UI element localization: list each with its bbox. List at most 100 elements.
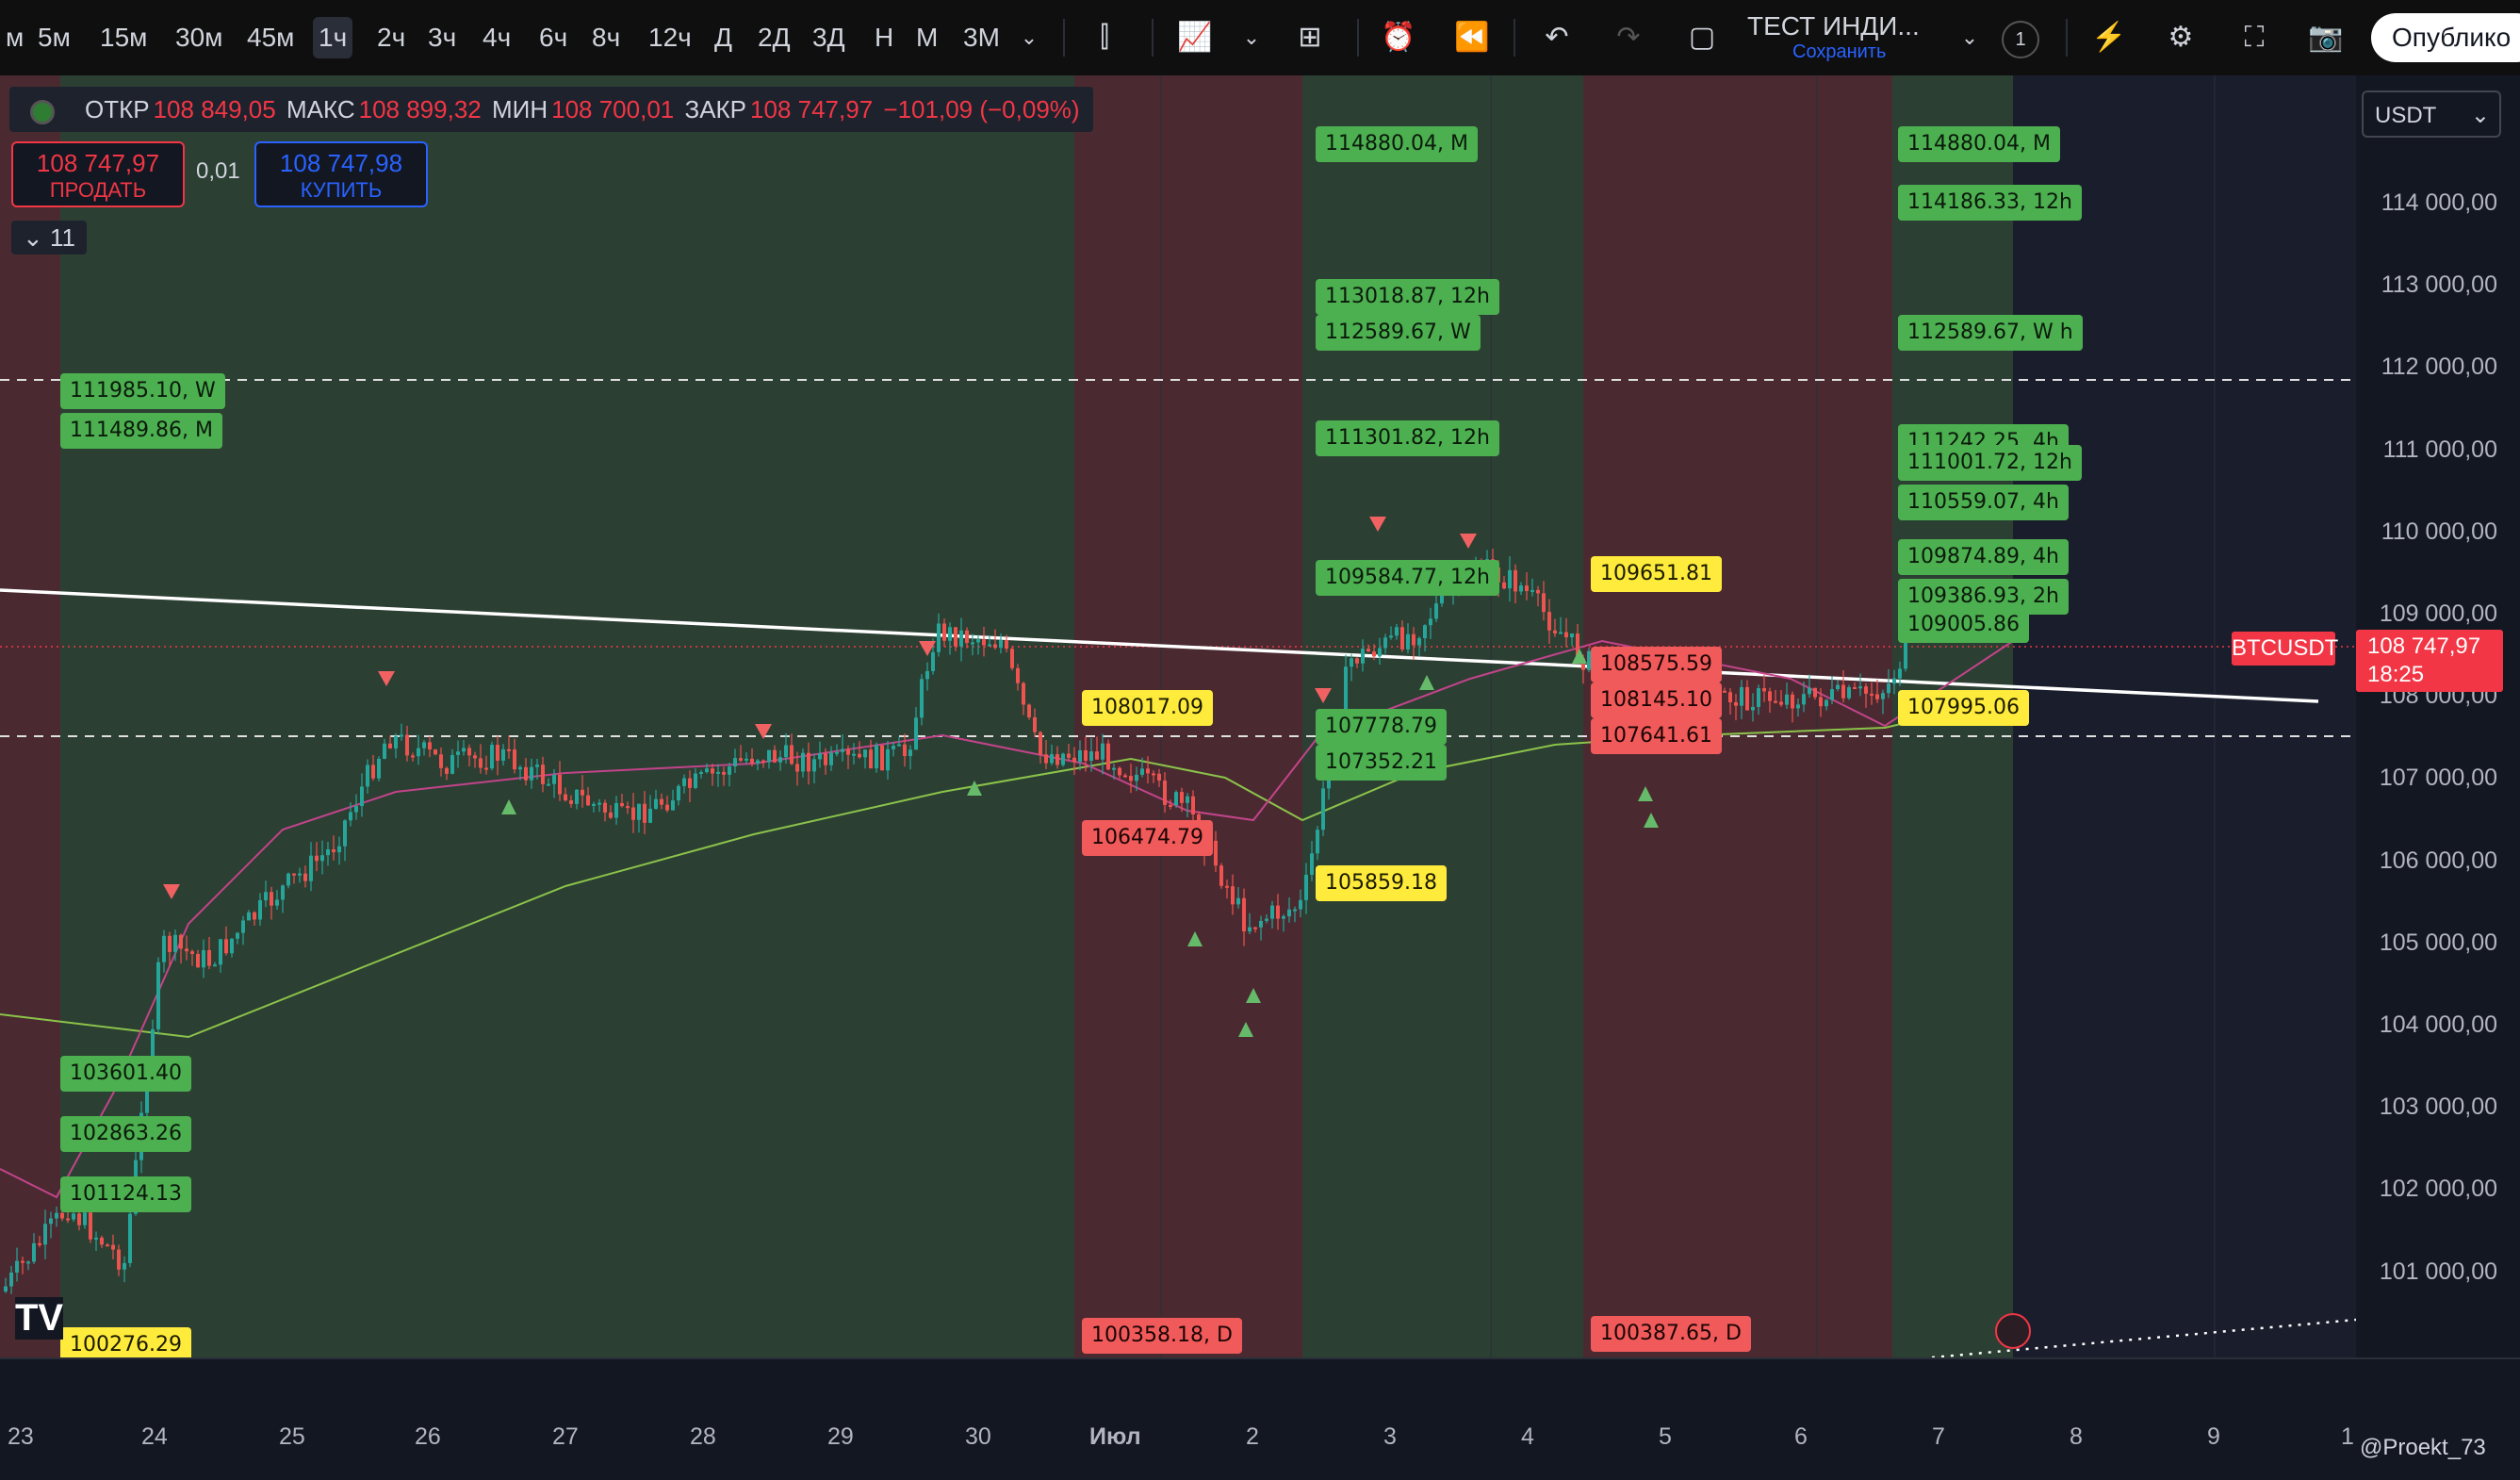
timeframe-1[interactable]: 5м (32, 17, 76, 58)
time-tick: 25 (279, 1423, 305, 1450)
timeframe-11[interactable]: 12ч (643, 17, 697, 58)
candle-body (349, 812, 352, 821)
candle-body (1429, 618, 1432, 626)
candle-body (620, 803, 624, 807)
timeframe-2[interactable]: 15м (94, 17, 153, 58)
candle-body (196, 953, 200, 968)
alert-icon[interactable]: ⏰ (1378, 17, 1419, 58)
candle-body (275, 899, 279, 906)
candle-body (835, 751, 839, 754)
price-tick: 114 000,00 (2381, 189, 2497, 216)
fullscreen-icon[interactable]: ⛶ (2234, 17, 2275, 58)
time-axis[interactable] (0, 1357, 2520, 1480)
candle-body (1027, 704, 1031, 717)
timeframe-5[interactable]: 1ч (313, 17, 353, 58)
candle-body (371, 765, 375, 779)
candle-body (547, 783, 550, 786)
candle-body (156, 962, 160, 1029)
timeframe-13[interactable]: 2Д (752, 17, 796, 58)
currency-select[interactable]: USDT ⌄ (2362, 90, 2501, 138)
candle-body (26, 1261, 30, 1264)
timeframe-15[interactable]: Н (869, 17, 899, 58)
replay-icon[interactable]: ⏪ (1451, 17, 1493, 58)
timeframe-3[interactable]: 30м (170, 17, 228, 58)
candle-body (812, 759, 816, 772)
indicators-icon[interactable]: 📈 (1174, 17, 1216, 58)
candle-body (1231, 886, 1235, 905)
candle-body (1010, 649, 1014, 668)
publish-button[interactable]: Опублико (2371, 13, 2520, 62)
candle-body (1350, 658, 1353, 667)
candle-body (422, 742, 426, 748)
candle-body (1904, 639, 1907, 669)
template-selector[interactable]: ТЕСТ ИНДИ... Сохранить (1747, 11, 1920, 63)
chevron-down-icon[interactable]: ⌄ (1231, 17, 1272, 58)
candle-body (818, 753, 822, 760)
timeframe-4[interactable]: 45м (241, 17, 300, 58)
candle-body (1525, 585, 1529, 592)
buy-button[interactable]: 108 747,98 КУПИТЬ (254, 141, 428, 207)
timeframe-12[interactable]: Д (709, 17, 738, 58)
candle-body (1282, 916, 1285, 919)
redo-icon[interactable]: ↷ (1608, 17, 1649, 58)
candle-body (77, 1213, 81, 1225)
undo-icon[interactable]: ↶ (1536, 17, 1578, 58)
timeframe-10[interactable]: 8ч (586, 17, 626, 58)
candle-body (1383, 637, 1387, 649)
timeframe-8[interactable]: 4ч (477, 17, 516, 58)
sell-button[interactable]: 108 747,97 ПРОДАТЬ (11, 141, 185, 207)
candle-body (383, 743, 386, 759)
candle-body (1564, 632, 1568, 638)
candle-body (513, 749, 516, 770)
candle-body (38, 1242, 41, 1245)
candle-body (501, 748, 505, 761)
level-label: 109005.86 (1898, 607, 2029, 643)
candle-body (1316, 830, 1319, 854)
layouts-icon[interactable]: ⊞ (1289, 17, 1331, 58)
candle-body (207, 949, 211, 966)
candle-body (1791, 694, 1794, 709)
candles-icon[interactable]: ⫿ (1084, 17, 1125, 58)
chevron-down-icon[interactable]: ⌄ (1949, 17, 1990, 58)
timeframe-7[interactable]: 3ч (422, 17, 462, 58)
level-label: 107352.21 (1316, 745, 1447, 781)
time-tick: 24 (141, 1423, 168, 1450)
timeframe-9[interactable]: 6ч (533, 17, 573, 58)
chevron-down-icon: ⌄ (2470, 103, 2490, 128)
chevron-down-icon[interactable]: ⌄ (1008, 17, 1050, 58)
candle-body (1389, 635, 1393, 638)
candle-body (1361, 649, 1365, 664)
candle-body (439, 754, 443, 768)
quick-search-icon[interactable]: ⚡ (2088, 17, 2130, 58)
candle-body (1881, 693, 1885, 699)
candle-body (931, 651, 935, 671)
timeframe-17[interactable]: 3М (957, 17, 1006, 58)
camera-icon[interactable]: 📷 (2305, 17, 2347, 58)
indicators-toggle[interactable]: ⌄ 11 (11, 221, 87, 255)
quantity-value[interactable]: 0,01 (196, 158, 240, 185)
timeframe-16[interactable]: М (910, 17, 943, 58)
timeframe-14[interactable]: 3Д (807, 17, 851, 58)
timeframe-0[interactable]: м (0, 17, 29, 58)
square-icon[interactable]: ▢ (1681, 17, 1723, 58)
session-zone (0, 75, 60, 1357)
template-save[interactable]: Сохранить (1792, 41, 1920, 63)
chart-area[interactable]: 111985.10, W 111489.86, M 103601.40 102863.… (0, 75, 2356, 1357)
candle-body (213, 964, 217, 967)
settings-icon[interactable]: ⚙ (2160, 17, 2201, 58)
candle-body (1016, 667, 1020, 683)
timeframe-6[interactable]: 2ч (371, 17, 411, 58)
candle-body (1112, 767, 1116, 770)
candle-body (1355, 658, 1359, 664)
alerts-badge[interactable]: 1 (2002, 21, 2039, 58)
candle-body (677, 785, 680, 801)
candle-body (648, 808, 652, 823)
status-dot-icon (30, 100, 55, 124)
candle-body (1101, 743, 1105, 760)
candle-body (773, 749, 777, 763)
candle-body (631, 807, 635, 820)
candle-body (637, 803, 641, 820)
price-axis[interactable]: 114 000,00 113 000,00 112 000,00 111 000,00… (2356, 75, 2520, 1357)
candle-body (1875, 694, 1879, 699)
time-tick: 7 (1932, 1423, 1945, 1450)
